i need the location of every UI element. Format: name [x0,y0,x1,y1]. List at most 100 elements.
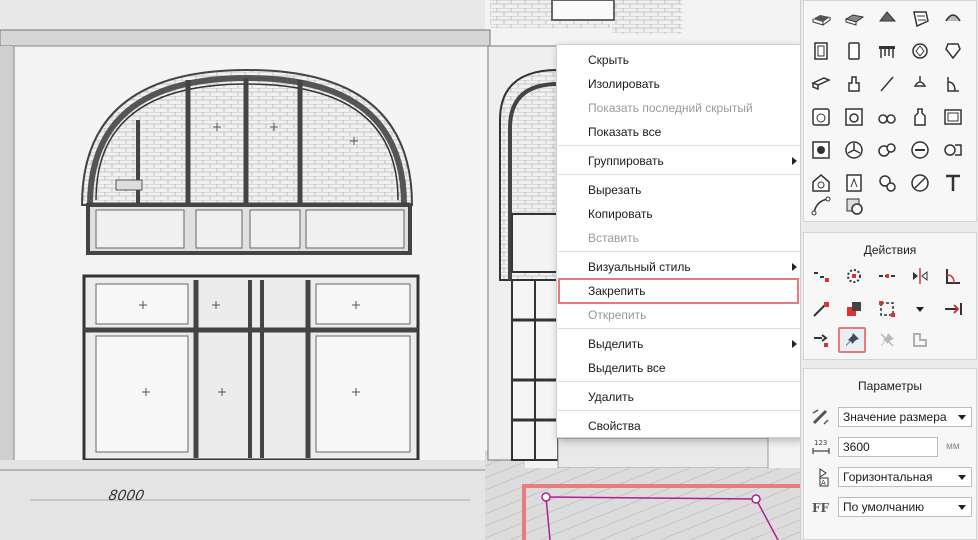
array-tool-icon[interactable] [874,263,900,289]
menu-item-group[interactable]: Группировать [557,149,801,173]
rotate-tool-icon[interactable] [841,263,867,289]
actions-panel-title: Действия [863,243,917,257]
font-style-icon: FF [812,501,830,515]
orientation-select[interactable]: Горизонтальная [838,467,972,487]
menu-item-delete[interactable]: Удалить [557,385,801,409]
roof-tool-icon[interactable] [874,5,900,31]
orientation-value: Горизонтальная [843,470,933,484]
boiler-tool-icon[interactable] [808,137,834,163]
valve-tool-icon[interactable] [874,137,900,163]
dropdown-arrow-icon[interactable] [907,296,933,322]
plumbing-tool-icon[interactable] [874,104,900,130]
dimension-mode-row: Значение размера [804,405,976,429]
menu-item-copy[interactable]: Копировать [557,202,801,226]
toilet-tool-icon[interactable] [808,104,834,130]
door-tool-icon[interactable] [808,38,834,64]
stair-tool-icon[interactable] [907,5,933,31]
compass-tool-icon[interactable] [907,170,933,196]
menu-item-isolate[interactable]: Изолировать [557,72,801,96]
menu-item-cut[interactable]: Вырезать [557,178,801,202]
chevron-down-icon [958,475,966,480]
profile-tool-icon[interactable] [940,71,966,97]
menu-separator [558,328,800,329]
unpin-tool-icon[interactable] [874,327,900,353]
menu-item-hide[interactable]: Скрыть [557,48,801,72]
parameters-panel-title: Параметры [858,379,922,393]
bottle-tool-icon[interactable] [907,104,933,130]
menu-item-select[interactable]: Выделить [557,332,801,356]
slab-tool-icon[interactable] [808,5,834,31]
beam-tool-icon[interactable] [808,71,834,97]
text-tool-icon[interactable] [940,170,966,196]
menu-item-properties[interactable]: Свойства [557,414,801,438]
hatch-tool-icon[interactable] [841,193,867,219]
dimension-value-row: 123 3600 мм [804,435,976,459]
pin-tool-button[interactable] [838,327,866,353]
menu-item-visual-style[interactable]: Визуальный стиль [557,255,801,279]
lamp-tool-icon[interactable] [907,71,933,97]
dimension-value-input[interactable]: 3600 [838,437,938,457]
bounding-box-tool-icon[interactable] [874,296,900,322]
align-tool-icon[interactable] [808,327,834,353]
table-tool-icon[interactable] [874,38,900,64]
gear-tool-icon[interactable] [874,170,900,196]
menu-item-label: Выделить все [588,361,666,375]
style-row: FF По умолчанию [804,495,976,519]
context-menu: Скрыть Изолировать Показать последний ск… [556,44,802,438]
menu-item-label: Закрепить [588,284,646,298]
menu-item-unpin[interactable]: Открепить [557,303,801,327]
angle-tool-icon[interactable] [940,263,966,289]
menu-item-label: Визуальный стиль [588,260,691,274]
menu-item-label: Изолировать [588,77,660,91]
shell-tool-icon[interactable] [940,5,966,31]
style-value: По умолчанию [843,500,925,514]
svg-text:FF: FF [812,501,830,515]
menu-item-label: Удалить [588,390,634,404]
fixture-tool-icon[interactable] [841,71,867,97]
orientation-row: A Горизонтальная [804,465,976,489]
edit-profile-tool-icon[interactable] [907,327,933,353]
pin-icon [846,333,859,346]
move-tool-icon[interactable] [808,263,834,289]
duct-tool-icon[interactable] [940,137,966,163]
chevron-down-icon [958,505,966,510]
pipe-tool-icon[interactable] [907,137,933,163]
washer-tool-icon[interactable] [841,104,867,130]
menu-item-show-all[interactable]: Показать все [557,120,801,144]
mirror-tool-icon[interactable] [907,263,933,289]
object-tool-icon[interactable] [907,38,933,64]
menu-separator [558,381,800,382]
floor-tool-icon[interactable] [841,5,867,31]
dimension-label-8000: 8000 [107,488,145,504]
dimension-mode-select[interactable]: Значение размера [838,407,972,427]
menu-item-select-all[interactable]: Выделить все [557,356,801,380]
menu-item-label: Копировать [588,207,653,221]
menu-item-pin[interactable]: Закрепить [557,279,801,303]
submenu-arrow-icon [792,340,797,348]
text-orientation-icon: A [819,468,829,487]
dimension-ruler-icon [812,409,829,425]
spline-tool-icon[interactable] [808,193,834,219]
furniture-tool-icon[interactable] [940,104,966,130]
scale-tool-icon[interactable] [808,296,834,322]
line-tool-icon[interactable] [874,71,900,97]
right-panel: Действия Параметры Значение размера 123 … [800,0,978,540]
window-tool-icon[interactable] [841,38,867,64]
menu-item-show-last-hidden[interactable]: Показать последний скрытый [557,96,801,120]
dimension-value-text: 3600 [843,440,870,454]
menu-item-label: Свойства [588,419,641,433]
menu-item-paste[interactable]: Вставить [557,226,801,250]
fan-tool-icon[interactable] [841,137,867,163]
menu-item-label: Вставить [588,231,639,245]
objects-toolbox [803,0,977,222]
column-tool-icon[interactable] [940,38,966,64]
extend-tool-icon[interactable] [940,296,966,322]
svg-text:123: 123 [814,439,827,447]
dimension-mode-value: Значение размера [843,410,947,424]
style-select[interactable]: По умолчанию [838,497,972,517]
menu-separator [558,251,800,252]
svg-text:A: A [821,479,826,487]
copy-tool-icon[interactable] [841,296,867,322]
chevron-down-icon [958,415,966,420]
menu-item-label: Показать последний скрытый [588,101,753,115]
